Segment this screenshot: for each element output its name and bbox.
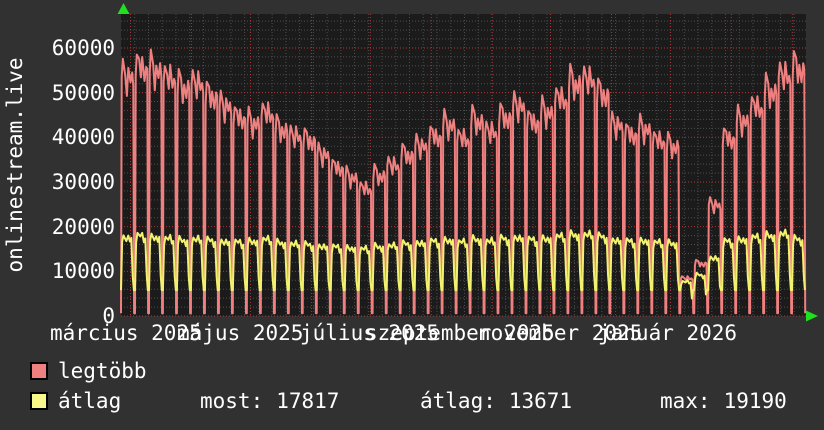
legend-swatch-legtobb	[30, 362, 48, 380]
legend-swatch-atlag	[30, 392, 48, 410]
x-tick-label: január 2026	[598, 321, 738, 345]
y-tick-label: 20000	[51, 214, 115, 239]
x-axis-arrow-icon	[806, 310, 818, 322]
y-tick-label: 50000	[51, 80, 115, 105]
stat-most-value: 17817	[276, 389, 340, 413]
y-tick-label: 30000	[51, 169, 115, 194]
stat-avg-value: 13671	[508, 389, 573, 413]
legend-label-atlag: átlag	[58, 389, 122, 413]
stat-max: max: 19190	[660, 389, 787, 413]
stat-max-label: max:	[660, 389, 711, 413]
stat-avg-label: átlag:	[420, 389, 496, 413]
y-axis-arrow-icon	[117, 3, 130, 14]
y-tick-label: 60000	[51, 35, 115, 60]
y-tick-label: 10000	[51, 259, 115, 284]
y-tick-label: 40000	[51, 125, 115, 150]
rrd-graph: { "chart_data": { "type": "line", "title…	[0, 0, 824, 430]
x-tick-label: május 2025	[177, 321, 304, 345]
stat-max-value: 19190	[723, 389, 787, 413]
stat-avg: átlag: 13671	[420, 389, 572, 413]
plot-background	[121, 14, 806, 316]
legend-label-legtobb: legtöbb	[58, 359, 147, 383]
stat-most-label: most:	[200, 389, 264, 413]
stat-most: most: 17817	[200, 389, 339, 413]
